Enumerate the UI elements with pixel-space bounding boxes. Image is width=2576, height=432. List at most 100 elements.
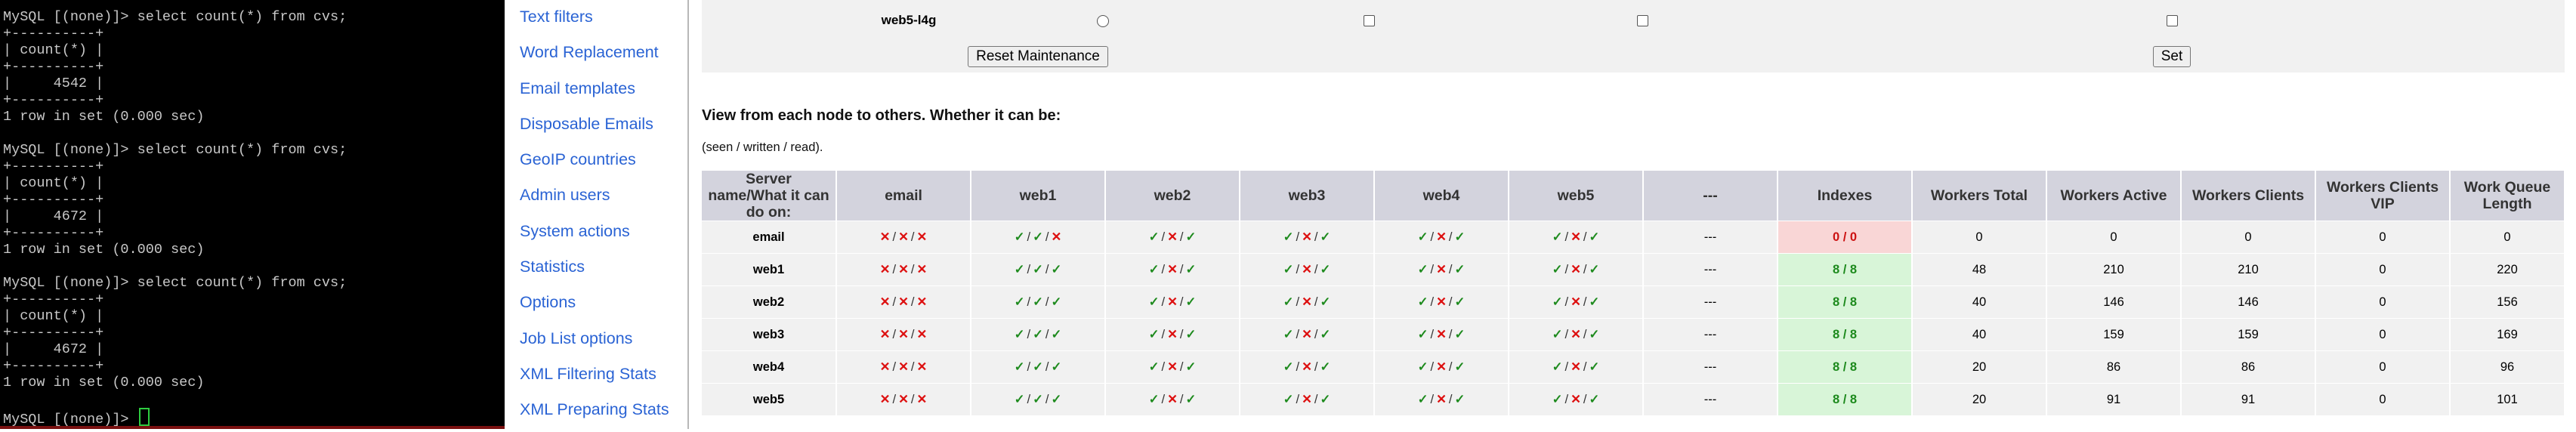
nav-link-statistics[interactable]: Statistics [520, 253, 687, 289]
check-mark-icon: ✓ [1552, 393, 1563, 406]
maintenance-row: web5-l4g [702, 0, 2565, 41]
maintenance-checkbox-3[interactable] [2166, 15, 2178, 27]
check-mark-icon: ✓ [1589, 295, 1600, 309]
table-row: web3 ✕ / ✕ / ✕ ✓ / ✓ / ✓ ✓ / ✕ / ✓ ✓ / ✕ / ✓ ✓ / ✕ / ✓ ✓ / ✕ / ✓ --- 8 /… [702, 318, 2565, 351]
check-mark-icon: ✓ [1320, 393, 1331, 406]
table-row: web5 ✕ / ✕ / ✕ ✓ / ✓ / ✓ ✓ / ✕ / ✓ ✓ / ✕ / ✓ ✓ / ✕ / ✓ ✓ / ✕ / ✓ --- 8 /… [702, 383, 2565, 415]
separator: / [892, 328, 897, 341]
nav-link-system-actions[interactable]: System actions [520, 218, 687, 253]
separator: / [1045, 230, 1049, 244]
reset-maintenance-button[interactable]: Reset Maintenance [968, 46, 1108, 67]
nav-link-job-list-options[interactable]: Job List options [520, 325, 687, 360]
workers-clients-vip-cell: 0 [2315, 318, 2451, 351]
terminal-line: MySQL [(none)]> select count(*) from cvs… [3, 142, 347, 158]
separator: / [1027, 393, 1031, 406]
cross-mark-icon: ✕ [898, 328, 909, 341]
permission-cell: ✓ / ✕ / ✓ [1240, 318, 1375, 351]
check-mark-icon: ✓ [1552, 360, 1563, 374]
cross-mark-icon: ✕ [1436, 295, 1447, 309]
check-mark-icon: ✓ [1185, 393, 1197, 406]
separator: / [1179, 328, 1184, 341]
nav-link-options[interactable]: Options [520, 289, 687, 324]
terminal-line: | count(*) | [3, 175, 104, 191]
check-mark-icon: ✓ [1014, 295, 1025, 309]
column-header: email [836, 171, 971, 221]
separator: / [1296, 393, 1300, 406]
check-mark-icon: ✓ [1283, 263, 1294, 276]
cross-mark-icon: ✕ [1167, 393, 1178, 406]
workers-clients-cell: 0 [2181, 221, 2316, 254]
check-mark-icon: ✓ [1552, 263, 1563, 276]
nav-link-email-templates[interactable]: Email templates [520, 75, 687, 110]
maintenance-checkbox-1[interactable] [1363, 15, 1375, 27]
check-mark-icon: ✓ [1014, 328, 1025, 341]
terminal-line: +----------+ [3, 26, 104, 42]
nav-link-geoip-countries[interactable]: GeoIP countries [520, 146, 687, 181]
permission-cell: ✓ / ✕ / ✓ [1105, 350, 1240, 384]
nav-link-disposable-emails[interactable]: Disposable Emails [520, 110, 687, 146]
admin-nav-list: Text filters Word Replacement Email templa… [505, 0, 687, 432]
check-mark-icon: ✓ [1320, 295, 1331, 309]
nav-link-admin-users[interactable]: Admin users [520, 181, 687, 217]
cross-mark-icon: ✕ [1571, 263, 1581, 276]
check-mark-icon: ✓ [1417, 230, 1429, 244]
cross-mark-icon: ✕ [916, 328, 928, 341]
check-mark-icon: ✓ [1033, 263, 1043, 276]
nav-link-xml-filtering-stats[interactable]: XML Filtering Stats [520, 360, 687, 396]
separator: / [1430, 295, 1435, 309]
separator: / [1161, 230, 1166, 244]
separator: / [1314, 263, 1318, 276]
nav-link-word-replacement[interactable]: Word Replacement [520, 39, 687, 74]
cross-mark-icon: ✕ [1167, 263, 1178, 276]
view-subtitle: (seen / written / read). [702, 140, 823, 154]
separator: / [1583, 295, 1587, 309]
check-mark-icon: ✓ [1148, 295, 1160, 309]
check-mark-icon: ✓ [1185, 230, 1197, 244]
check-mark-icon: ✓ [1417, 263, 1429, 276]
cross-mark-icon: ✕ [1302, 360, 1312, 374]
check-mark-icon: ✓ [1014, 263, 1025, 276]
terminal-line: MySQL [(none)]> select count(*) from cvs… [3, 275, 347, 291]
separator: / [1564, 295, 1569, 309]
table-row: web1 ✕ / ✕ / ✕ ✓ / ✓ / ✓ ✓ / ✕ / ✓ ✓ / ✕ / ✓ ✓ / ✕ / ✓ ✓ / ✕ / ✓ --- 8 /… [702, 253, 2565, 286]
server-name-cell: web1 [702, 253, 837, 286]
separator: / [1448, 263, 1453, 276]
maintenance-table: web5-l4g Reset Maintenance Set [702, 0, 2565, 73]
terminal-line: | 4672 | [3, 341, 104, 357]
terminal-window[interactable]: MySQL [(none)]> select count(*) from cvs… [0, 0, 505, 429]
maintenance-actions-row: Reset Maintenance Set [702, 41, 2565, 73]
check-mark-icon: ✓ [1033, 230, 1043, 244]
column-header: web2 [1105, 171, 1240, 221]
check-mark-icon: ✓ [1454, 295, 1466, 309]
separator: / [1027, 230, 1031, 244]
separator: / [892, 230, 897, 244]
permission-cell: ✓ / ✓ / ✓ [971, 383, 1106, 415]
cross-mark-icon: ✕ [1302, 393, 1312, 406]
terminal-prompt-line[interactable]: MySQL [(none)]> [0, 408, 505, 427]
cross-mark-icon: ✕ [916, 393, 928, 406]
separator: / [1045, 393, 1049, 406]
set-button[interactable]: Set [2152, 46, 2191, 67]
cross-mark-icon: ✕ [1436, 393, 1447, 406]
nav-link-xml-preparing-stats[interactable]: XML Preparing Stats [520, 396, 687, 431]
cross-mark-icon: ✕ [1571, 393, 1581, 406]
cross-mark-icon: ✕ [1571, 360, 1581, 374]
check-mark-icon: ✓ [1148, 328, 1160, 341]
nav-link-text-filters[interactable]: Text filters [520, 3, 687, 39]
check-mark-icon: ✓ [1283, 360, 1294, 374]
workers-total-cell: 40 [1912, 285, 2047, 319]
separator: / [1430, 328, 1435, 341]
permission-cell: ✓ / ✕ / ✓ [1105, 318, 1240, 351]
check-mark-icon: ✓ [1185, 360, 1197, 374]
work-queue-length-cell: 96 [2450, 350, 2565, 384]
workers-active-cell: 91 [2046, 383, 2182, 415]
permission-cell: ✓ / ✓ / ✓ [971, 350, 1106, 384]
check-mark-icon: ✓ [1454, 263, 1466, 276]
separator: / [1430, 393, 1435, 406]
maintenance-checkbox-2[interactable] [1636, 15, 1648, 27]
maintenance-radio[interactable] [1097, 14, 1109, 27]
terminal-line: | count(*) | [3, 42, 104, 58]
separator: / [1314, 328, 1318, 341]
check-mark-icon: ✓ [1454, 393, 1466, 406]
check-mark-icon: ✓ [1589, 263, 1600, 276]
